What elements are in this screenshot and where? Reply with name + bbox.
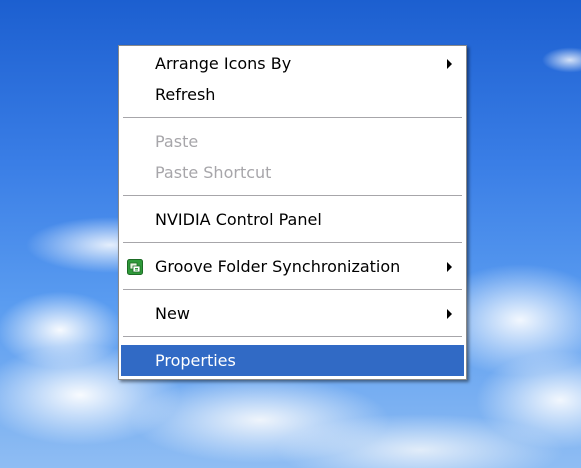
- submenu-arrow-icon: [447, 309, 452, 319]
- menu-separator: [123, 336, 462, 337]
- menu-item-label: Arrange Icons By: [155, 54, 292, 73]
- desktop-context-menu: Arrange Icons By Refresh Paste Paste Sho…: [118, 45, 467, 380]
- menu-item-paste-shortcut[interactable]: Paste Shortcut: [121, 157, 464, 188]
- menu-separator: [123, 117, 462, 118]
- menu-separator: [123, 289, 462, 290]
- submenu-arrow-icon: [447, 59, 452, 69]
- menu-item-refresh[interactable]: Refresh: [121, 79, 464, 110]
- menu-item-label: NVIDIA Control Panel: [155, 210, 322, 229]
- menu-item-paste[interactable]: Paste: [121, 126, 464, 157]
- menu-item-nvidia-control-panel[interactable]: NVIDIA Control Panel: [121, 204, 464, 235]
- menu-item-properties[interactable]: Properties: [121, 345, 464, 376]
- menu-separator: [123, 242, 462, 243]
- menu-item-label: Paste Shortcut: [155, 163, 272, 182]
- menu-item-label: New: [155, 304, 190, 323]
- groove-icon: [127, 259, 143, 275]
- submenu-arrow-icon: [447, 262, 452, 272]
- menu-item-label: Groove Folder Synchronization: [155, 257, 401, 276]
- menu-item-label: Properties: [155, 351, 236, 370]
- menu-separator: [123, 195, 462, 196]
- menu-item-arrange-icons-by[interactable]: Arrange Icons By: [121, 48, 464, 79]
- menu-item-new[interactable]: New: [121, 298, 464, 329]
- menu-item-groove-folder-synchronization[interactable]: Groove Folder Synchronization: [121, 251, 464, 282]
- menu-item-label: Refresh: [155, 85, 216, 104]
- menu-item-label: Paste: [155, 132, 199, 151]
